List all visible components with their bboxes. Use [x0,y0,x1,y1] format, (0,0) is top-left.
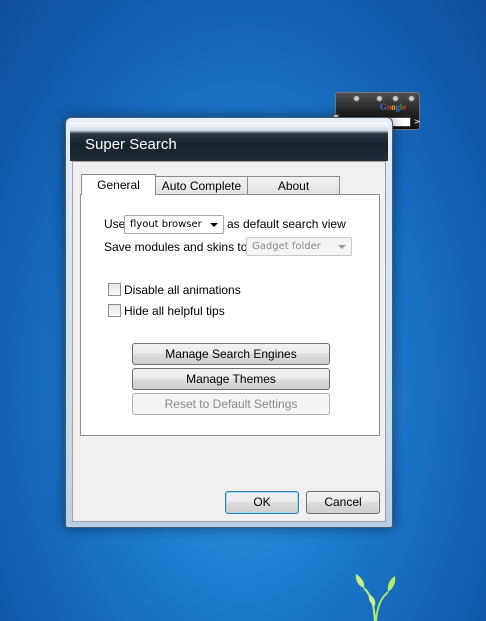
manage-search-engines-button[interactable]: Manage Search Engines [132,343,330,365]
tab-about[interactable]: About [247,176,340,194]
wallpaper-plant [355,574,396,621]
manage-themes-button[interactable]: Manage Themes [132,368,330,390]
logo-letter: G [380,102,387,112]
cancel-button[interactable]: Cancel [306,491,380,514]
gadget-engine-logo: Google [380,102,406,112]
gadget-go-icon[interactable]: > [413,117,421,127]
gadget-option-dot-icon[interactable] [376,95,383,102]
title-bar[interactable]: Super Search [70,122,388,161]
logo-letter: e [402,102,406,112]
search-view-value: flyout browser [130,219,202,230]
gadget-option-dot-icon[interactable] [408,95,415,102]
gadget-option-dot-icon[interactable] [392,95,399,102]
window-title: Super Search [85,136,177,153]
gadget-option-dot-icon[interactable] [353,95,360,102]
use-label: Use [104,217,126,231]
tab-auto-complete[interactable]: Auto Complete [155,176,248,194]
save-location-label: Save modules and skins to [104,240,248,254]
disable-animations-checkbox[interactable] [108,283,121,296]
chevron-down-icon [210,223,218,227]
super-search-dialog: Super Search General Auto Complete About… [65,117,393,528]
hide-tips-label[interactable]: Hide all helpful tips [124,304,225,318]
tab-general[interactable]: General [81,174,156,195]
ok-button[interactable]: OK [225,491,299,514]
reset-defaults-button[interactable]: Reset to Default Settings [132,393,330,415]
general-tab-panel: Use flyout browser as default search vie… [80,194,380,436]
dialog-client-area: General Auto Complete About Use flyout b… [72,161,386,522]
search-view-dropdown[interactable]: flyout browser [124,215,224,234]
disable-animations-label[interactable]: Disable all animations [124,283,241,297]
save-location-dropdown[interactable]: Gadget folder [246,237,352,256]
search-view-suffix: as default search view [227,217,346,231]
chevron-down-icon [338,245,346,249]
save-location-value: Gadget folder [252,241,321,252]
hide-tips-checkbox[interactable] [108,304,121,317]
